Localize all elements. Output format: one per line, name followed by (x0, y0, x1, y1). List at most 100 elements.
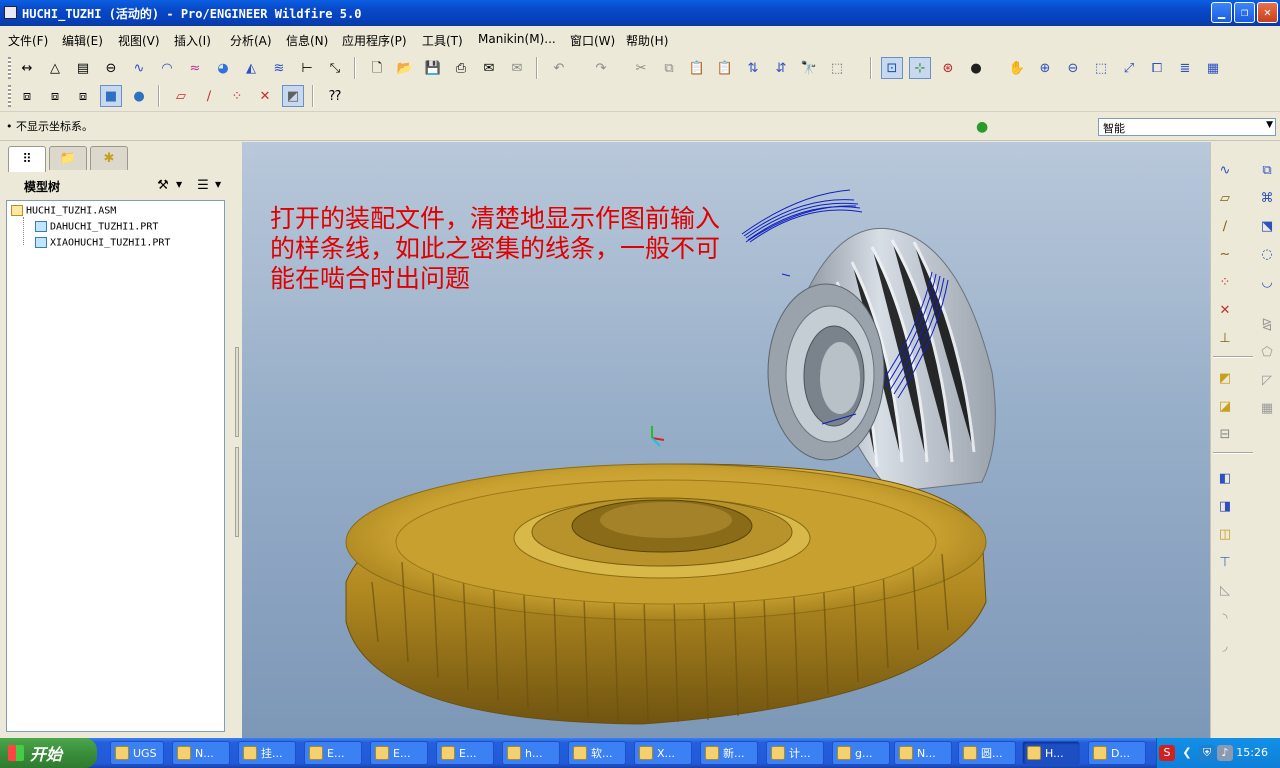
paste-special-icon[interactable]: 📋 (714, 57, 736, 79)
input-method-icon[interactable]: S (1159, 745, 1175, 761)
pan-icon[interactable]: ✋ (1006, 57, 1028, 79)
revolve-icon[interactable]: ⌘ (1255, 186, 1279, 210)
menu-analysis[interactable]: 分析(A) (230, 32, 272, 49)
close-button[interactable]: ✕ (1257, 2, 1278, 23)
task-h[interactable]: h... (502, 741, 560, 765)
regen-manager-icon[interactable]: ⇵ (770, 57, 792, 79)
print-icon[interactable]: ⎙ (450, 57, 472, 79)
zoom-out-icon[interactable]: ⊖ (1062, 57, 1084, 79)
component-icon[interactable]: ⧉ (1255, 158, 1279, 182)
panel-splitter[interactable] (233, 347, 241, 647)
task-e1[interactable]: E... (304, 741, 362, 765)
menu-edit[interactable]: 编辑(E) (62, 32, 103, 49)
enhanced-realism-icon[interactable]: ● (128, 85, 150, 107)
zoom-in-icon[interactable]: ⊕ (1034, 57, 1056, 79)
draft-analysis-icon[interactable]: ◭ (240, 57, 262, 79)
reorient-icon[interactable]: ⤢ (1118, 57, 1140, 79)
task-browser[interactable]: N... (172, 741, 230, 765)
splitter-grip[interactable] (235, 447, 239, 537)
tree-item-part-large-gear[interactable]: DAHUCHI_TUZHI1.PRT (35, 221, 158, 233)
no-hidden-icon[interactable]: ⧈ (72, 85, 94, 107)
annotation-display-icon[interactable]: ◩ (282, 85, 304, 107)
task-e2[interactable]: E... (370, 741, 428, 765)
tab-favorites[interactable]: ✱ (90, 146, 128, 170)
menu-tools[interactable]: 工具(T) (422, 32, 463, 49)
draft-icon[interactable]: ◺ (1213, 578, 1237, 602)
sketch-curve-icon[interactable]: ∿ (1213, 158, 1237, 182)
spin-center-icon[interactable]: ⊹ (909, 57, 931, 79)
toolbar-gripper[interactable] (8, 85, 11, 107)
extrude-icon[interactable]: ⊤ (1213, 550, 1237, 574)
tab-folder-browser[interactable]: 📁 (49, 146, 87, 170)
menu-applications[interactable]: 应用程序(P) (342, 32, 407, 49)
find-icon[interactable]: 🔭 (798, 57, 820, 79)
email-icon[interactable]: ✉ (478, 57, 500, 79)
round-icon[interactable]: ◝ (1213, 606, 1237, 630)
csys-display-icon[interactable]: ✕ (254, 85, 276, 107)
curve-analysis-icon[interactable]: ∿ (128, 57, 150, 79)
insert-note-icon[interactable]: ◪ (1213, 394, 1237, 418)
chamfer-icon[interactable]: ◞ (1213, 634, 1237, 658)
shield-icon[interactable]: ⛨ (1199, 745, 1215, 761)
shading-analysis-icon[interactable]: ◕ (212, 57, 234, 79)
task-word[interactable]: 圆... (958, 741, 1016, 765)
task-x[interactable]: X... (634, 741, 692, 765)
menu-window[interactable]: 窗口(W) (570, 32, 615, 49)
reorder-icon[interactable]: ◫ (1213, 522, 1237, 546)
ring-gear[interactable] (345, 463, 987, 725)
task-g[interactable]: g... (832, 741, 890, 765)
datum-plane-display-icon[interactable]: ▱ (170, 85, 192, 107)
measure-icon[interactable]: ⊢ (296, 57, 318, 79)
plane-icon[interactable]: ▱ (1213, 186, 1237, 210)
tab-model-tree[interactable]: ⠿ (8, 146, 46, 172)
repaint-icon[interactable]: ⊡ (881, 57, 903, 79)
curvature-icon[interactable]: ≈ (184, 57, 206, 79)
hidden-line-icon[interactable]: ⧈ (44, 85, 66, 107)
open-folder-icon[interactable]: 📂 (394, 57, 416, 79)
context-help-icon[interactable]: ⁇ (324, 85, 346, 107)
redefine-icon[interactable]: ◨ (1213, 494, 1237, 518)
save-icon[interactable]: 💾 (422, 57, 444, 79)
pinion-gear[interactable] (767, 227, 996, 493)
toolbar-gripper[interactable] (8, 57, 11, 79)
task-calc[interactable]: 计... (766, 741, 824, 765)
view-manager-icon[interactable]: ▦ (1202, 57, 1224, 79)
pattern-icon[interactable]: ▦ (1255, 396, 1279, 420)
saved-views-icon[interactable]: ⧠ (1146, 57, 1168, 79)
undo-icon[interactable]: ↶ (548, 57, 570, 79)
reference-icon[interactable]: ▤ (72, 57, 94, 79)
chevron-down-icon[interactable]: ▼ (176, 180, 182, 189)
select-box-icon[interactable]: ⬚ (826, 57, 848, 79)
copy-icon[interactable]: ⧉ (658, 57, 680, 79)
datum-plane-icon[interactable]: △ (44, 57, 66, 79)
menu-insert[interactable]: 插入(I) (174, 32, 211, 49)
display-style-icon[interactable]: ● (965, 57, 987, 79)
new-file-icon[interactable]: 🗋 (366, 57, 388, 79)
chevron-left-icon[interactable]: ❮ (1179, 745, 1195, 761)
menu-file[interactable]: 文件(F) (8, 32, 48, 49)
task-e3[interactable]: E... (436, 741, 494, 765)
refit-icon[interactable]: ⬚ (1090, 57, 1112, 79)
chevron-down-icon[interactable]: ▼ (1266, 120, 1273, 130)
task-d[interactable]: D... (1088, 741, 1146, 765)
traffic-light-icon[interactable]: ● (976, 119, 988, 135)
menu-manikin[interactable]: Manikin(M)... (478, 32, 556, 46)
volume-icon[interactable]: ♪ (1217, 745, 1233, 761)
tree-settings-icon[interactable]: ⚒ (152, 174, 174, 196)
orient-mode-icon[interactable]: ⊛ (937, 57, 959, 79)
axis-icon[interactable]: ∕ (1213, 214, 1237, 238)
wireframe-icon[interactable]: ⧈ (16, 85, 38, 107)
minimize-button[interactable]: ▁ (1211, 2, 1232, 23)
blend-icon[interactable]: ◌ (1255, 242, 1279, 266)
mirror-icon[interactable]: ⧎ (1255, 312, 1279, 336)
email-link-icon[interactable]: ✉ (506, 57, 528, 79)
regenerate-icon[interactable]: ⇅ (742, 57, 764, 79)
splitter-grip[interactable] (235, 347, 239, 437)
offset-icon[interactable]: ⤡ (324, 57, 346, 79)
annotation-feature-icon[interactable]: ⊟ (1213, 422, 1237, 446)
cut-icon[interactable]: ✂ (630, 57, 652, 79)
start-button[interactable]: 开始 (0, 738, 97, 768)
task-n[interactable]: N... (894, 741, 952, 765)
tree-item-assembly[interactable]: HUCHI_TUZHI.ASM (11, 205, 116, 217)
task-ugs[interactable]: UGS (110, 741, 164, 765)
